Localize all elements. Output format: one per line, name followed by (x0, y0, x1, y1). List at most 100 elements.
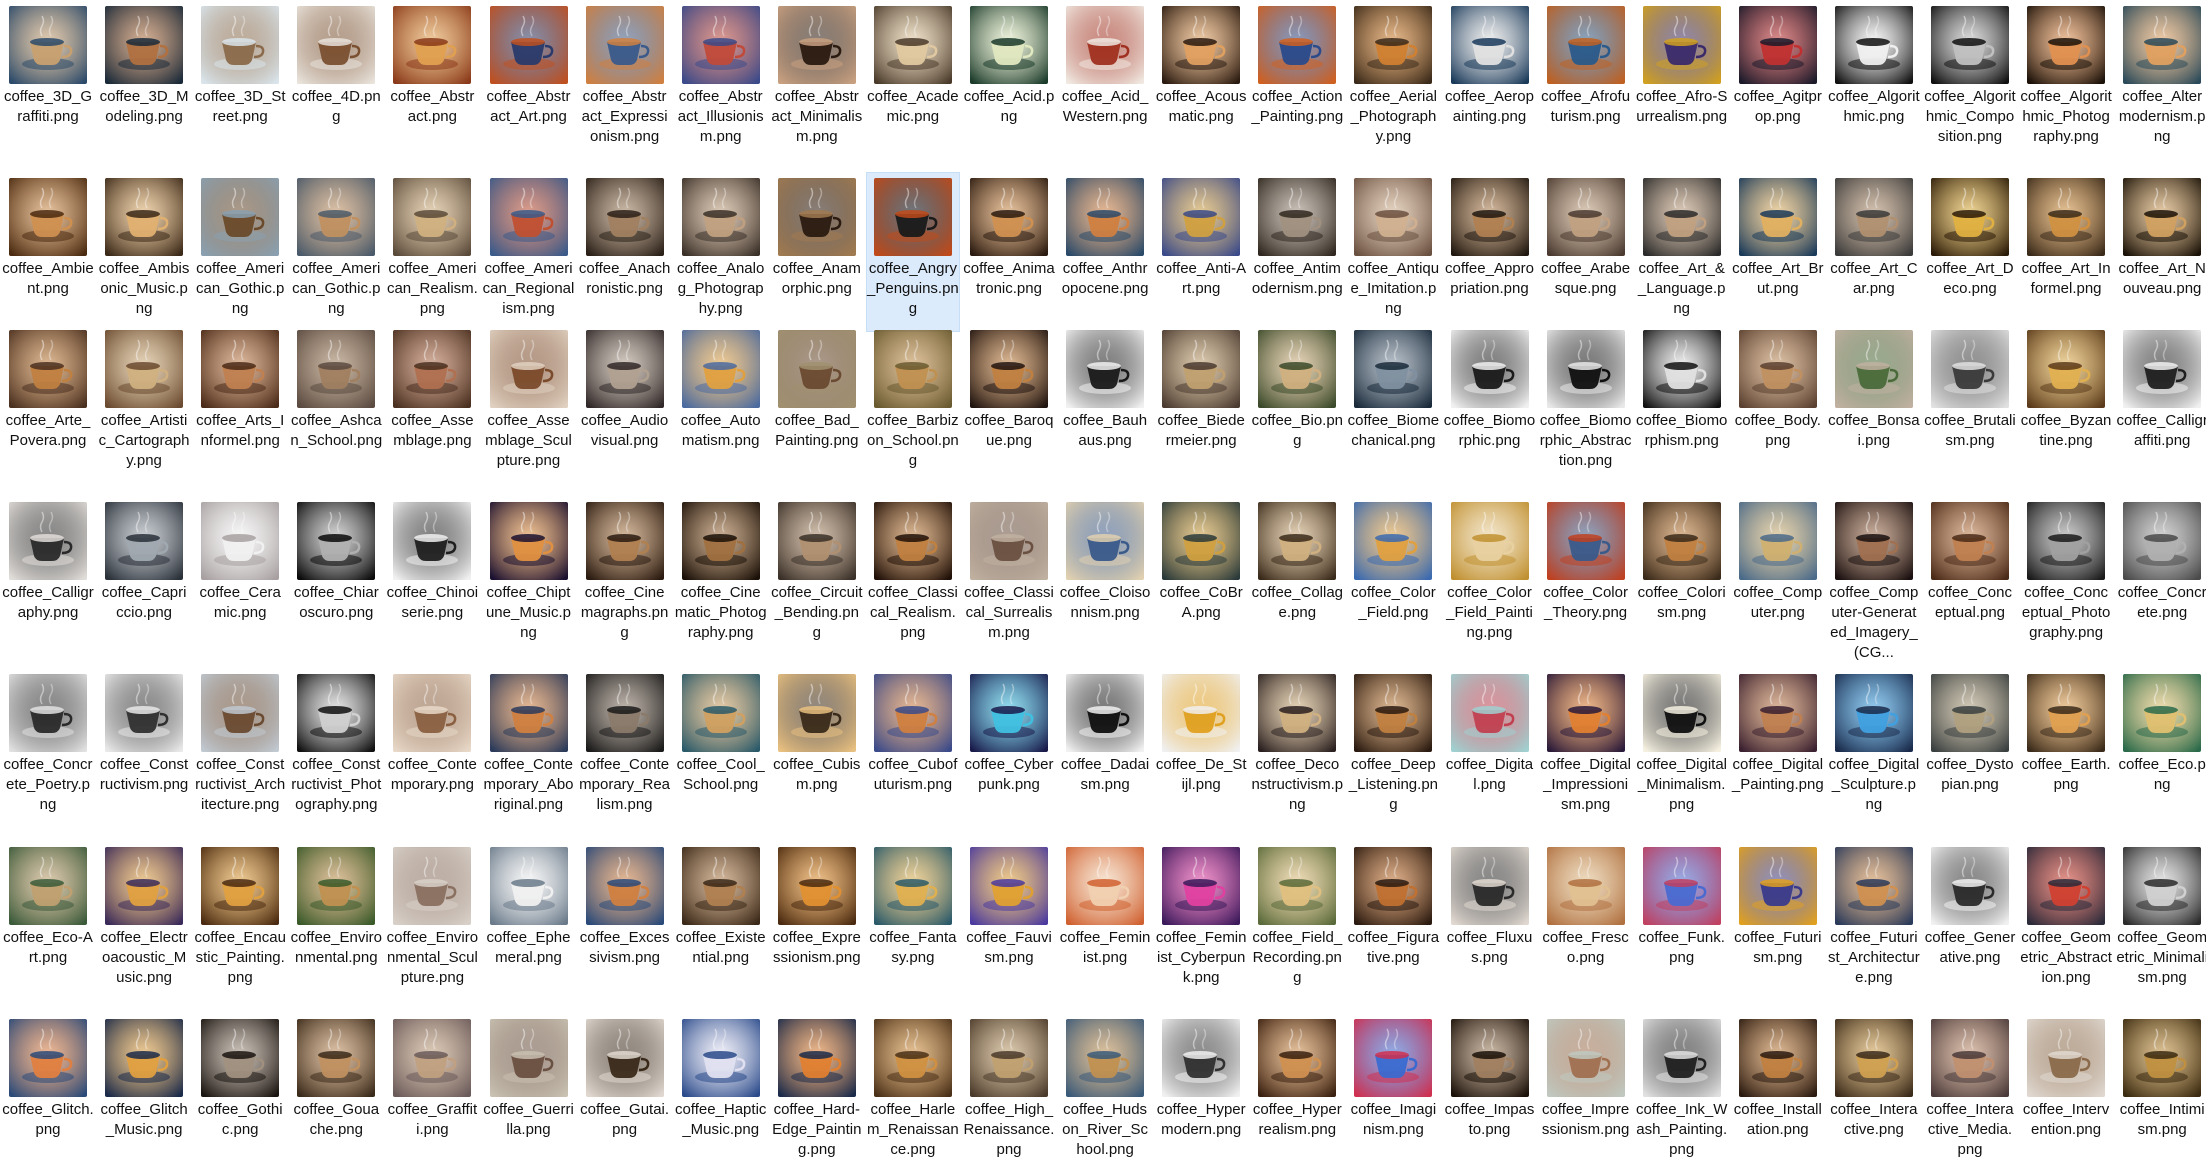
file-item[interactable]: coffee_Dadaism.png (1058, 668, 1152, 795)
file-item[interactable]: coffee_Computer-Generated_Imagery_(CG... (1827, 496, 1921, 663)
file-thumbnail[interactable] (393, 502, 472, 580)
file-item[interactable]: coffee_Circuit_Bending.png (770, 496, 864, 643)
file-thumbnail[interactable] (970, 1019, 1048, 1097)
file-item[interactable]: coffee_Angry_Penguins.png (865, 172, 960, 332)
file-item[interactable]: coffee_American_Regionalism.png (482, 172, 576, 319)
file-item[interactable]: coffee_Baroque.png (962, 324, 1056, 451)
file-thumbnail[interactable] (2123, 502, 2202, 580)
file-item[interactable]: coffee_Art_Car.png (1827, 172, 1921, 299)
file-thumbnail[interactable] (1931, 6, 2009, 84)
file-thumbnail[interactable] (681, 6, 760, 84)
file-thumbnail[interactable] (489, 502, 568, 580)
file-thumbnail[interactable] (297, 178, 376, 256)
file-item[interactable]: coffee_Expressionism.png (770, 841, 864, 968)
file-thumbnail[interactable] (1931, 847, 2009, 925)
file-thumbnail[interactable] (1834, 178, 1913, 256)
file-thumbnail[interactable] (393, 330, 472, 408)
file-item[interactable]: coffee_Interactive_Media.png (1923, 1013, 2017, 1160)
file-item[interactable]: coffee_Artistic_Cartography.png (97, 324, 191, 471)
file-thumbnail[interactable] (777, 1019, 856, 1097)
file-thumbnail[interactable] (1834, 847, 1913, 925)
file-item[interactable]: coffee_Bad_Painting.png (770, 324, 864, 451)
file-item[interactable]: coffee_Cinematic_Photography.png (674, 496, 768, 643)
file-item[interactable]: coffee_Appropriation.png (1443, 172, 1537, 299)
file-thumbnail[interactable] (2027, 6, 2106, 84)
file-item[interactable]: coffee_Afrofuturism.png (1539, 0, 1633, 127)
file-thumbnail[interactable] (1642, 178, 1721, 256)
file-thumbnail[interactable] (1258, 178, 1337, 256)
file-item[interactable]: coffee_Conceptual_Photography.png (2019, 496, 2113, 643)
file-item[interactable]: coffee_Byzantine.png (2019, 324, 2113, 451)
file-item[interactable]: coffee_Fauvism.png (962, 841, 1056, 968)
file-item[interactable]: coffee_Color_Field_Painting.png (1443, 496, 1537, 643)
file-item[interactable]: coffee_Intimism.png (2115, 1013, 2206, 1140)
file-item[interactable]: coffee_CoBrA.png (1154, 496, 1248, 623)
file-thumbnail[interactable] (393, 847, 472, 925)
file-thumbnail[interactable] (489, 6, 568, 84)
file-item[interactable]: coffee_Ephemeral.png (482, 841, 576, 968)
file-thumbnail[interactable] (2027, 1019, 2106, 1097)
file-thumbnail[interactable] (1834, 674, 1913, 752)
file-thumbnail[interactable] (1066, 330, 1145, 408)
file-item[interactable]: coffee_Barbizon_School.png (866, 324, 960, 471)
file-item[interactable]: coffee_Intervention.png (2019, 1013, 2113, 1140)
file-thumbnail[interactable] (105, 330, 184, 408)
file-thumbnail[interactable] (1162, 674, 1241, 752)
file-item[interactable]: coffee_Constructivist_Architecture.png (193, 668, 287, 815)
file-thumbnail[interactable] (1162, 502, 1241, 580)
file-item[interactable]: coffee_Biedermeier.png (1154, 324, 1248, 451)
file-thumbnail[interactable] (1450, 178, 1529, 256)
file-thumbnail[interactable] (1354, 847, 1433, 925)
file-item[interactable]: coffee_Gouache.png (289, 1013, 383, 1140)
file-item[interactable]: coffee_Hard-Edge_Painting.png (770, 1013, 864, 1160)
file-thumbnail[interactable] (681, 330, 760, 408)
file-thumbnail[interactable] (1642, 6, 1721, 84)
file-thumbnail[interactable] (105, 847, 184, 925)
file-thumbnail[interactable] (9, 6, 87, 84)
file-thumbnail[interactable] (105, 1019, 184, 1097)
file-thumbnail[interactable] (105, 502, 184, 580)
file-thumbnail[interactable] (1738, 1019, 1817, 1097)
file-item[interactable]: coffee_Hyperrealism.png (1250, 1013, 1344, 1140)
file-item[interactable]: coffee_Ambisonic_Music.png (97, 172, 191, 319)
file-thumbnail[interactable] (1258, 1019, 1337, 1097)
file-thumbnail[interactable] (681, 847, 760, 925)
file-thumbnail[interactable] (489, 674, 568, 752)
file-item[interactable]: coffee_Field_Recording.png (1250, 841, 1344, 988)
file-item[interactable]: coffee_Concrete_Poetry.png (1, 668, 95, 815)
file-thumbnail[interactable] (1354, 1019, 1433, 1097)
file-item[interactable]: coffee_Classical_Realism.png (866, 496, 960, 643)
file-item[interactable]: coffee_Arte_Povera.png (1, 324, 95, 451)
file-thumbnail[interactable] (1738, 847, 1817, 925)
file-thumbnail[interactable] (970, 674, 1048, 752)
file-item[interactable]: coffee_Abstract_Expressionism.png (578, 0, 672, 147)
file-item[interactable]: coffee_Altermodernism.png (2115, 0, 2206, 147)
file-thumbnail[interactable] (777, 330, 856, 408)
file-thumbnail[interactable] (2123, 1019, 2202, 1097)
file-item[interactable]: coffee_Assemblage_Sculpture.png (482, 324, 576, 471)
file-item[interactable]: coffee_American_Gothic.png (289, 172, 383, 319)
file-thumbnail[interactable] (1834, 502, 1913, 580)
file-item[interactable]: coffee_Fluxus.png (1443, 841, 1537, 968)
file-item[interactable]: coffee_Afro-Surrealism.png (1635, 0, 1729, 127)
file-item[interactable]: coffee_Abstract.png (385, 0, 479, 127)
file-item[interactable]: coffee_High_Renaissance.png (962, 1013, 1056, 1160)
file-item[interactable]: coffee_Chiaroscuro.png (289, 496, 383, 623)
file-item[interactable]: coffee_Analog_Photography.png (674, 172, 768, 319)
file-item[interactable]: coffee_Chinoiserie.png (385, 496, 479, 623)
file-item[interactable]: coffee_Digital_Sculpture.png (1827, 668, 1921, 815)
file-thumbnail[interactable] (201, 178, 280, 256)
file-thumbnail[interactable] (1162, 330, 1241, 408)
file-thumbnail[interactable] (105, 6, 184, 84)
file-item[interactable]: coffee_Ashcan_School.png (289, 324, 383, 451)
file-thumbnail[interactable] (585, 178, 664, 256)
file-thumbnail[interactable] (9, 674, 87, 752)
file-item[interactable]: coffee_Contemporary_Aboriginal.png (482, 668, 576, 815)
file-thumbnail[interactable] (1931, 1019, 2009, 1097)
file-item[interactable]: coffee_Impasto.png (1443, 1013, 1537, 1140)
file-thumbnail[interactable] (1450, 847, 1529, 925)
file-thumbnail[interactable] (489, 847, 568, 925)
file-thumbnail[interactable] (489, 330, 568, 408)
file-item[interactable]: coffee_Assemblage.png (385, 324, 479, 451)
file-thumbnail[interactable] (201, 847, 280, 925)
